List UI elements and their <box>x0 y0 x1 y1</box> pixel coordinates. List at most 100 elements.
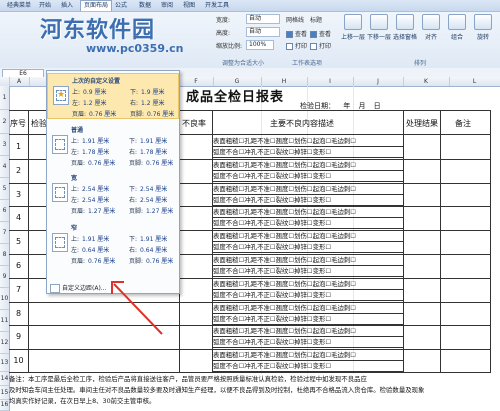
margin-option-1[interactable]: ★ 上次的自定义设置 上: 0.9 厘米 下: 1.9 厘米 左: 1.2 厘米 右: 1.2 厘… <box>47 73 179 119</box>
scale-input[interactable]: 100% <box>246 40 274 50</box>
row-header[interactable]: 6 <box>0 200 9 222</box>
row-header[interactable]: 9 <box>0 266 9 288</box>
selection-pane-button[interactable]: 选择窗格 <box>392 14 418 41</box>
gridlines-label: 网格线 <box>286 17 305 24</box>
remark-line: 及时知会车间主任处理。車间主任对不良品数量较多要及时通知生产经理，以便不良品得到… <box>9 386 425 394</box>
defect-checklist-line: 弧度不合☐冲孔不正☐裂纹☐掉锌☐变形☐ <box>213 290 403 301</box>
tab-review[interactable]: 审阅 <box>158 1 176 10</box>
align-button[interactable]: 对齐 <box>418 14 444 41</box>
row-number: 9 <box>15 332 22 342</box>
row-header[interactable]: 3 <box>0 134 9 156</box>
header-remark: 备注 <box>455 119 471 128</box>
group-arrange: 排列 <box>414 60 427 67</box>
defect-description-cell[interactable]: 表面粗糙☐孔距不准☐翘度☐划伤☐起泡☐毛边刺☐ 弧度不合☐冲孔不正☐裂纹☐掉锌☐变… <box>213 350 403 373</box>
header-inspect: 检验 <box>31 119 47 128</box>
height-select[interactable]: 自动 <box>246 27 280 37</box>
row-number: 1 <box>15 142 22 151</box>
group-button[interactable]: 组合 <box>444 14 470 41</box>
margin-footer-value: 页脚: 0.76 厘米 <box>129 258 174 265</box>
row-header[interactable]: 11 <box>0 310 9 332</box>
column-header-l[interactable]: L <box>449 77 500 86</box>
margin-option-4[interactable]: 窄上: 1.91 厘米 下: 1.91 厘米 左: 0.64 厘米 右: 0.64 厘米 页眉:… <box>47 221 179 267</box>
defect-checklist-line: 弧度不合☐冲孔不正☐裂纹☐掉锌☐变形☐ <box>213 218 403 230</box>
column-header-i[interactable]: I <box>307 77 354 86</box>
report-title: 成品全检日报表 <box>186 90 285 105</box>
defect-description-cell[interactable]: 表面粗糙☐孔距不准☐翘度☐划伤☐起泡☐毛边刺☐ 弧度不合☐冲孔不正☐裂纹☐掉锌☐变… <box>213 184 403 206</box>
column-header-k[interactable]: K <box>403 77 450 86</box>
tab-insert[interactable]: 插入 <box>58 1 76 10</box>
column-header-h[interactable]: H <box>261 77 308 86</box>
row-header[interactable]: 14 <box>0 372 9 386</box>
margin-right-value: 右: 1.78 厘米 <box>129 149 168 156</box>
row-header[interactable]: 16 <box>0 400 9 411</box>
row-header[interactable]: 5 <box>0 178 9 200</box>
margin-top-value: 上: 1.91 厘米 <box>71 138 110 145</box>
defect-description-cell[interactable]: 表面粗糙☐孔距不准☐翘度☐划伤☐起泡☐毛边刺☐ 弧度不合☐冲孔不正☐裂纹☐掉锌☐变… <box>213 207 403 230</box>
table-col-divider <box>440 110 441 372</box>
row-header[interactable]: 1 <box>0 86 9 110</box>
defect-description-cell[interactable]: 表面粗糙☐孔距不准☐翘度☐划伤☐起泡☐毛边刺☐ 弧度不合☐冲孔不正☐裂纹☐掉锌☐变… <box>213 136 403 158</box>
margin-option-name: 窄 <box>71 225 78 232</box>
column-header-a[interactable]: A <box>9 77 30 86</box>
tab-home[interactable]: 开始 <box>36 1 54 10</box>
margin-top-value: 上: 0.9 厘米 <box>72 89 107 96</box>
defect-checklist-line: 表面粗糙☐孔距不准☐翘度☐划伤☐起泡☐毛边刺☐ <box>213 350 403 362</box>
margin-option-2[interactable]: 普通 上: 1.91 厘米 下: 1.91 厘米 左: 1.78 厘米 右: 1.78 厘米 页眉… <box>47 123 179 169</box>
group-scale-to-fit: 调整为合适大小 <box>222 60 265 67</box>
row-header[interactable]: 10 <box>0 288 9 310</box>
custom-margins-menu-item[interactable]: 自定义边距(A)... <box>50 283 107 293</box>
tab-developer[interactable]: 开发工具 <box>202 1 232 10</box>
defect-checklist-line: 弧度不合☐冲孔不正☐裂纹☐掉锌☐变形☐ <box>213 242 403 254</box>
defect-checklist-line: 弧度不合☐冲孔不正☐裂纹☐掉锌☐变形☐ <box>213 314 403 325</box>
row-header[interactable]: 13 <box>0 354 9 372</box>
watermark-logo: 河东软件园 <box>40 18 156 43</box>
margin-option-name: 上次的自定义设置 <box>72 78 121 85</box>
gridlines-view-checkbox[interactable]: 查看 <box>286 29 307 38</box>
defect-description-cell[interactable]: 表面粗糙☐孔距不准☐翘度☐划伤☐起泡☐毛边刺☐ 弧度不合☐冲孔不正☐裂纹☐掉锌☐变… <box>213 255 403 277</box>
row-header[interactable]: 12 <box>0 332 9 354</box>
margins-dropdown: ★ 上次的自定义设置 上: 0.9 厘米 下: 1.9 厘米 左: 1.2 厘米 右: 1.2 厘… <box>46 70 180 294</box>
defect-checklist-line: 表面粗糙☐孔距不准☐翘度☐划伤☐起泡☐毛边刺☐ <box>213 279 403 290</box>
row-header[interactable]: 8 <box>0 244 9 266</box>
margin-option-3[interactable]: 宽上: 2.54 厘米 下: 2.54 厘米 左: 2.54 厘米 右: 2.54 厘米 页眉:… <box>47 171 179 217</box>
defect-description-cell[interactable]: 表面粗糙☐孔距不准☐翘度☐划伤☐起泡☐毛边刺☐ 弧度不合☐冲孔不正☐裂纹☐掉锌☐变… <box>213 160 403 182</box>
send-backward-icon <box>370 14 388 30</box>
send-backward-button[interactable]: 下移一层 <box>366 14 392 41</box>
defect-checklist-line: 表面粗糙☐孔距不准☐翘度☐划伤☐起泡☐毛边刺☐ <box>213 160 403 171</box>
remark-line: 均真实作好记录，在次日早上8、30前交主管审核。 <box>9 397 156 405</box>
column-header-j[interactable]: J <box>353 77 404 86</box>
headings-view-checkbox[interactable]: 查看 <box>310 29 331 38</box>
margin-bottom-value: 下: 1.91 厘米 <box>129 138 168 145</box>
tab-data[interactable]: 数据 <box>136 1 154 10</box>
defect-description-cell[interactable]: 表面粗糙☐孔距不准☐翘度☐划伤☐起泡☐毛边刺☐ 弧度不合☐冲孔不正☐裂纹☐掉锌☐变… <box>213 303 403 325</box>
margin-option-name: 宽 <box>71 175 78 182</box>
defect-checklist-line: 表面粗糙☐孔距不准☐翘度☐划伤☐起泡☐毛边刺☐ <box>213 184 403 195</box>
header-seq: 序号 <box>10 119 26 128</box>
bring-forward-button[interactable]: 上移一层 <box>340 14 366 41</box>
tab-classic-menu[interactable]: 经典菜单 <box>4 1 34 10</box>
defect-checklist-line: 弧度不合☐冲孔不正☐裂纹☐掉锌☐变形☐ <box>213 147 403 158</box>
row-number: 5 <box>15 237 22 247</box>
row-header[interactable]: 2 <box>0 110 9 134</box>
row-header[interactable]: 15 <box>0 386 9 400</box>
row-header[interactable]: 7 <box>0 222 9 244</box>
tab-view[interactable]: 视图 <box>180 1 198 10</box>
gridlines-print-checkbox[interactable]: 打印 <box>286 41 307 50</box>
tab-page-layout[interactable]: 页面布局 <box>80 0 113 11</box>
column-header-f[interactable]: F <box>179 77 214 86</box>
margin-bottom-value: 下: 1.9 厘米 <box>130 89 165 96</box>
defect-description-cell[interactable]: 表面粗糙☐孔距不准☐翘度☐划伤☐起泡☐毛边刺☐ 弧度不合☐冲孔不正☐裂纹☐掉锌☐变… <box>213 231 403 254</box>
width-select[interactable]: 自动 <box>246 14 280 24</box>
defect-description-cell[interactable]: 表面粗糙☐孔距不准☐翘度☐划伤☐起泡☐毛边刺☐ 弧度不合☐冲孔不正☐裂纹☐掉锌☐变… <box>213 279 403 301</box>
rotate-button[interactable]: 旋转 <box>470 14 496 41</box>
defect-description-cell[interactable]: 表面粗糙☐孔距不准☐翘度☐划伤☐起泡☐毛边刺☐ 弧度不合☐冲孔不正☐裂纹☐掉锌☐变… <box>213 326 403 349</box>
column-header-g[interactable]: G <box>213 77 262 86</box>
tab-formulas[interactable]: 公式 <box>112 1 130 10</box>
margin-bottom-value: 下: 2.54 厘米 <box>129 186 168 193</box>
margin-right-value: 右: 2.54 厘米 <box>129 197 168 204</box>
headings-print-checkbox[interactable]: 打印 <box>310 41 331 50</box>
row-header[interactable]: 4 <box>0 156 9 178</box>
margin-header-value: 页眉: 0.76 厘米 <box>71 160 116 167</box>
defect-checklist-line: 表面粗糙☐孔距不准☐翘度☐划伤☐起泡☐毛边刺☐ <box>213 303 403 314</box>
margin-top-value: 上: 2.54 厘米 <box>71 186 110 193</box>
